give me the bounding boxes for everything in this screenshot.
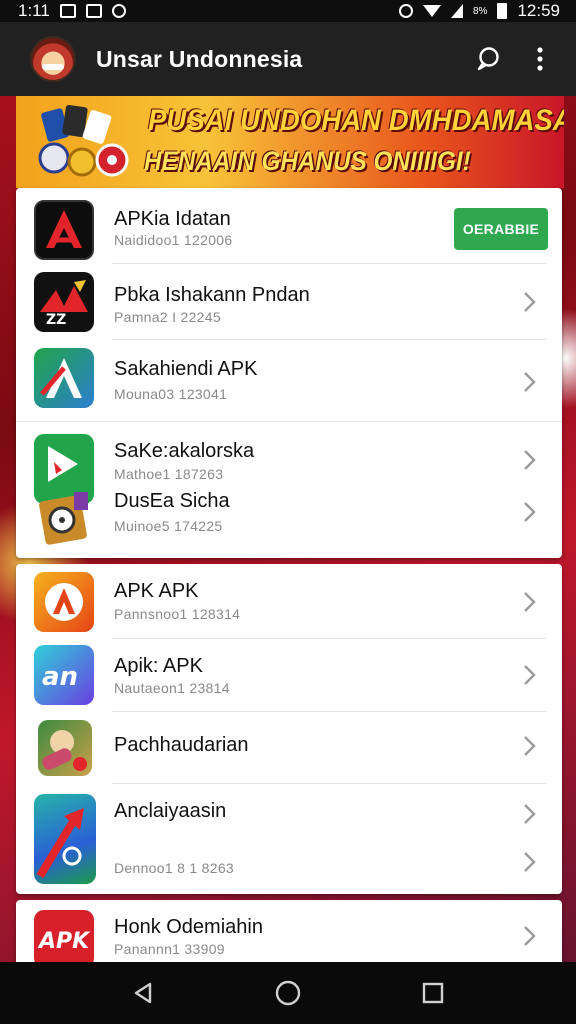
battery-icon [497,3,508,19]
chevron-right-icon [524,502,536,522]
app-name: Pachhaudarian [114,734,249,756]
list-item[interactable]: Anclaiyaasin Dennoo1 8 1 8263 [16,784,562,892]
recents-button[interactable] [408,968,458,1018]
app-list-card-2: APK APK Pannsnoo1 128314 an Apik: APK Na… [16,564,562,894]
app-subtitle: Panannn1 33909 [114,941,225,957]
status-bar: 1:11 8% 12:59 [0,0,576,22]
an-logo-icon: an [34,645,94,705]
app-title: Unsar Undonnesia [96,45,303,72]
app-name: Pbka Ishakann Pndan [114,284,310,306]
recents-icon [423,982,444,1004]
battery-percent: 8% [473,5,488,17]
chevron-right-icon [524,592,536,612]
orange-a-icon [34,572,94,632]
chevron-right-icon [524,665,536,685]
list-item[interactable]: APK APK Pannsnoo1 128314 [16,564,562,638]
gallery-notification-icon [59,4,76,18]
list-item[interactable]: APKia Idatan Naididoo1 122006 OERABBIE [16,188,562,264]
list-item[interactable]: Pachhaudarian [16,712,562,782]
app-name: DusEa Sicha [114,490,230,512]
game-character-icon [38,720,92,776]
app-bar: Unsar Undonnesia [0,22,576,96]
image-notification-icon [85,4,102,18]
banner-game-icons [38,105,129,177]
signal-icon [451,4,463,18]
app-subtitle: Pannsnoo1 128314 [114,606,241,622]
box-wheel-icon [34,488,94,548]
app-subtitle: Mathoe1 187263 [114,466,224,482]
app-notification-icon [111,4,126,18]
get-button[interactable]: OERABBIE [454,208,548,250]
fire-app-icon: ZZ [34,272,94,332]
chevron-right-icon [524,926,536,946]
promo-banner[interactable]: PUSAI UNDOHAN DMHDAMASAN HENAAIN GHANUS … [16,96,564,188]
green-a-icon [34,348,94,408]
app-subtitle: Dennoo1 8 1 8263 [114,860,235,876]
banner-subheadline: HENAAIN GHANUS ONIIIIGI! [144,146,471,176]
app-name: SaKe:akalorska [114,440,255,462]
chevron-right-icon [524,736,536,756]
home-icon [275,980,301,1006]
app-subtitle: Naididoo1 122006 [114,232,233,248]
back-icon [134,982,151,1004]
wifi-icon [423,5,441,17]
chevron-right-icon [524,852,536,872]
list-item[interactable]: ZZ Pbka Ishakann Pndan Pamna2 I 22245 [16,264,562,340]
app-logo-avatar[interactable] [30,36,76,82]
system-nav-bar [0,962,576,1024]
banner-headline: PUSAI UNDOHAN DMHDAMASAN [148,104,564,137]
back-button[interactable] [118,968,168,1018]
status-clock: 12:59 [517,1,560,20]
more-vert-icon [537,47,543,71]
svg-text:APK: APK [37,929,91,954]
app-name: APK APK [114,580,199,602]
app-subtitle: Muinoe5 174225 [114,518,223,534]
list-item[interactable]: an Apik: APK Nautaeon1 23814 [16,639,562,711]
list-item[interactable]: DusEa Sicha Muinoe5 174225 [16,488,562,556]
alarm-icon [399,4,413,18]
app-name: Apik: APK [114,655,203,677]
chevron-right-icon [524,372,536,392]
home-button[interactable] [263,968,313,1018]
app-subtitle: Mouna03 123041 [114,386,228,402]
svg-text:ZZ: ZZ [46,312,66,328]
app-name: Anclaiyaasin [114,800,227,822]
chevron-right-icon [524,804,536,824]
app-name: Honk Odemiahin [114,916,263,938]
app-list-card-3: APK Honk Odemiahin Panannn1 33909 [16,900,562,962]
app-name: Sakahiendi APK [114,358,258,380]
more-options-button[interactable] [518,37,562,81]
apk-a-icon [34,200,94,260]
chevron-right-icon [524,450,536,470]
app-list-card-1: APKia Idatan Naididoo1 122006 OERABBIE Z… [16,188,562,558]
svg-text:an: an [42,662,78,692]
status-right: 8% 12:59 [399,1,560,21]
red-arrow-icon [34,794,96,884]
chevron-right-icon [524,292,536,312]
chat-button[interactable] [466,37,510,81]
list-item[interactable]: APK Honk Odemiahin Panannn1 33909 [16,900,562,962]
app-name: APKia Idatan [114,208,231,230]
app-subtitle: Nautaeon1 23814 [114,680,230,696]
chat-bubble-icon [477,47,499,71]
status-left: 1:11 [18,1,126,21]
list-item[interactable]: SaKe:akalorska Mathoe1 187263 [16,422,562,504]
status-time: 1:11 [18,1,50,20]
app-subtitle: Pamna2 I 22245 [114,309,221,325]
apk-red-icon: APK [34,910,94,962]
list-item[interactable]: Sakahiendi APK Mouna03 123041 [16,340,562,420]
